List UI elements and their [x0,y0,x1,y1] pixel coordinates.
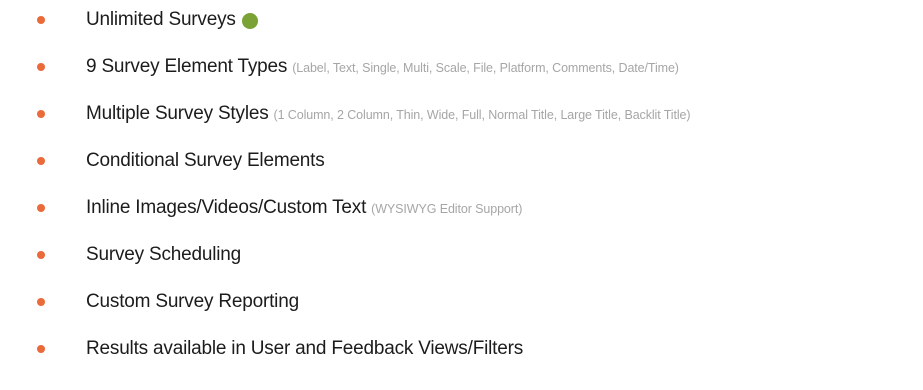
status-dot-icon [241,13,258,29]
feature-text: Unlimited Surveys [86,9,258,31]
list-item: Results available in User and Feedback V… [0,334,923,364]
list-item: Survey Scheduling [0,240,923,270]
list-item: Custom Survey Reporting [0,287,923,317]
feature-detail: (WYSIWYG Editor Support) [371,202,523,216]
bullet-icon [37,345,45,353]
bullet-icon [37,204,45,212]
feature-text: Inline Images/Videos/Custom Text (WYSIWY… [86,197,522,219]
list-item: Unlimited Surveys [0,5,923,35]
feature-label: Custom Survey Reporting [86,291,299,312]
list-item: Multiple Survey Styles (1 Column, 2 Colu… [0,99,923,129]
feature-label: Results available in User and Feedback V… [86,338,524,359]
bullet-icon [37,16,45,24]
feature-detail: (Label, Text, Single, Multi, Scale, File… [292,61,679,75]
feature-text: 9 Survey Element Types (Label, Text, Sin… [86,56,679,78]
feature-text: Multiple Survey Styles (1 Column, 2 Colu… [86,103,691,125]
feature-detail: (1 Column, 2 Column, Thin, Wide, Full, N… [273,108,691,122]
list-item: Conditional Survey Elements [0,146,923,176]
bullet-icon [37,110,45,118]
feature-label: Multiple Survey Styles [86,103,269,124]
feature-label: Unlimited Surveys [86,9,236,30]
list-item: Inline Images/Videos/Custom Text (WYSIWY… [0,193,923,223]
feature-label: Inline Images/Videos/Custom Text [86,197,367,218]
feature-label: Survey Scheduling [86,244,242,265]
bullet-icon [37,251,45,259]
feature-text: Survey Scheduling [86,244,241,266]
bullet-icon [37,298,45,306]
feature-text: Custom Survey Reporting [86,291,299,313]
feature-text: Conditional Survey Elements [86,150,325,172]
feature-label: Conditional Survey Elements [86,150,325,171]
bullet-icon [37,63,45,71]
feature-text: Results available in User and Feedback V… [86,338,523,360]
bullet-icon [37,157,45,165]
list-item: 9 Survey Element Types (Label, Text, Sin… [0,52,923,82]
feature-label: 9 Survey Element Types [86,56,288,77]
